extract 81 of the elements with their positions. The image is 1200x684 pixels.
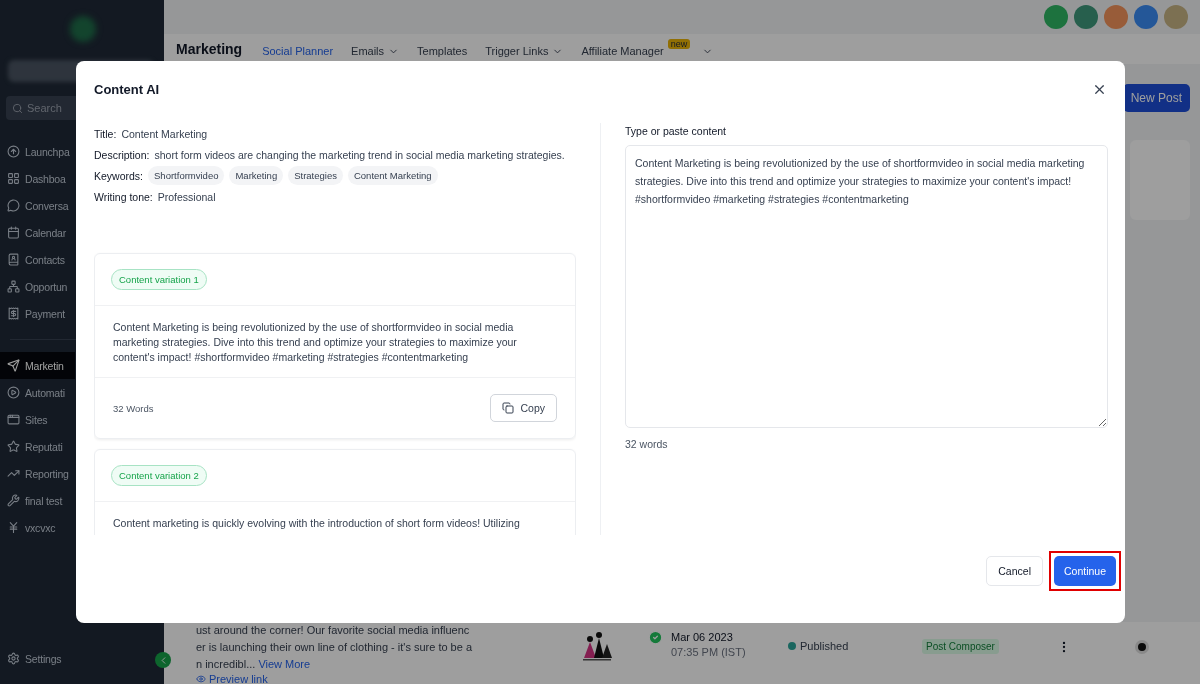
- variation-tag: Content variation 2: [111, 465, 207, 486]
- sidebar-item[interactable]: Settings: [0, 645, 120, 672]
- play-circle-icon: [7, 386, 20, 399]
- chat-icon: [7, 199, 20, 212]
- network-icon: [7, 280, 20, 293]
- sidebar-item[interactable]: Automati: [0, 379, 75, 406]
- window-icon: [7, 413, 20, 426]
- wrench-icon: [7, 494, 20, 507]
- nav-tab[interactable]: Templates: [417, 37, 468, 61]
- sidebar-item[interactable]: Calendar: [0, 219, 75, 246]
- sidebar-item[interactable]: Opportun: [0, 273, 75, 300]
- collapse-button[interactable]: [155, 652, 171, 668]
- keyword-chip: Strategies: [288, 166, 343, 185]
- eye-icon: [196, 674, 206, 684]
- logo-icon: [70, 16, 96, 42]
- receipt-icon: [7, 307, 20, 320]
- post-text: er is launching their own line of clothing - it's sure to be a: [196, 640, 474, 655]
- field-label: Description:: [94, 148, 150, 161]
- avatar[interactable]: [1134, 5, 1158, 29]
- field-value: Professional: [157, 190, 216, 203]
- sidebar-item[interactable]: Marketin: [0, 352, 75, 379]
- dialog-title: Content AI: [94, 81, 160, 97]
- star-icon: [7, 440, 20, 453]
- trend-icon: [7, 467, 20, 480]
- new-post-button[interactable]: New Post: [1122, 84, 1190, 112]
- sidebar-item[interactable]: Reporting: [0, 460, 75, 487]
- post-text: ust around the corner! Our favorite social media influenc: [196, 623, 471, 638]
- preview-link[interactable]: Preview link: [196, 673, 496, 684]
- source-tag: Post Composer: [922, 639, 999, 654]
- keyword-chip: Content Marketing: [347, 166, 438, 185]
- sidebar-item[interactable]: Contacts: [0, 246, 75, 273]
- avatar[interactable]: [1074, 5, 1098, 29]
- grid-icon: [7, 172, 20, 185]
- arrow-circle-icon: [7, 145, 20, 158]
- field-label: Keywords:: [94, 169, 144, 182]
- avatar[interactable]: [1104, 5, 1128, 29]
- settings-icon: [7, 652, 20, 665]
- avatar[interactable]: [1164, 5, 1188, 29]
- sidebar-item[interactable]: Conversa: [0, 192, 75, 219]
- field-label: Type or paste content: [625, 125, 727, 137]
- check-icon: [648, 630, 663, 645]
- sidebar-item[interactable]: Reputati: [0, 433, 75, 460]
- avatar[interactable]: [1044, 5, 1068, 29]
- search-icon: [12, 102, 23, 114]
- content-textarea[interactable]: Content Marketing is being revolutionized by the use of shortformvideo in social media marketing strategies. Dive into this trend and optimize your strategies to maximize your content's impact! #shortformvideo #marketing #strategies #contentmarketing: [625, 145, 1108, 428]
- post-time: 07:35 PM (IST): [671, 645, 746, 660]
- field-value: Content Marketing: [121, 127, 208, 140]
- calendar-icon: [7, 226, 20, 239]
- keyword-chip: Shortformvideo: [148, 166, 225, 185]
- post-text: n incredibl... View More: [196, 657, 312, 672]
- keyword-chip: Marketing: [229, 166, 284, 185]
- sidebar-item[interactable]: vxcvxc: [0, 514, 75, 541]
- copy-button[interactable]: Copy: [490, 394, 557, 422]
- copy-icon: [502, 402, 515, 414]
- nav-tab[interactable]: Affiliate Manager new: [581, 37, 714, 61]
- word-count: 32 Words: [113, 402, 154, 414]
- status-label: Published: [788, 640, 922, 652]
- contact-book-icon: [7, 253, 20, 266]
- sidebar-item[interactable]: final test: [0, 487, 75, 514]
- post-date: Mar 06 2023: [671, 630, 734, 645]
- sidebar-item[interactable]: Launchpa: [0, 138, 75, 165]
- yen-icon: [7, 521, 20, 534]
- word-count: 32 words: [625, 438, 669, 450]
- field-value: short form videos are changing the marketing trend in social media marketing strategies.: [154, 148, 565, 161]
- sidebar-item[interactable]: Payment: [0, 300, 75, 327]
- nav-tab[interactable]: Emails: [351, 37, 400, 61]
- continue-button[interactable]: Continue: [1053, 556, 1116, 586]
- sidebar-item[interactable]: Dashboa: [0, 165, 75, 192]
- cancel-button[interactable]: Cancel: [986, 556, 1043, 586]
- variation-text: Content Marketing is being revolutionized by the use of shortformvideo in social media marketing strategies. Dive into this trend and optimize your strategies to maximize your content's impact! #shortformvideo #marketing #strategies #contentmarketing: [95, 306, 575, 378]
- view-more-link[interactable]: View More: [258, 658, 311, 670]
- page-title: Marketing: [176, 41, 243, 57]
- send-icon: [7, 359, 20, 372]
- nav-tab[interactable]: Trigger Links: [485, 37, 564, 61]
- new-badge: new: [667, 39, 691, 49]
- field-label: Title:: [94, 127, 117, 140]
- field-label: Writing tone:: [94, 190, 153, 203]
- nav-tab[interactable]: Social Planner: [262, 37, 334, 61]
- sidebar-item[interactable]: Sites: [0, 406, 75, 433]
- variation-text: Content marketing is quickly evolving with the introduction of short form videos! Utilizing: [95, 502, 575, 535]
- variation-tag: Content variation 1: [111, 269, 207, 290]
